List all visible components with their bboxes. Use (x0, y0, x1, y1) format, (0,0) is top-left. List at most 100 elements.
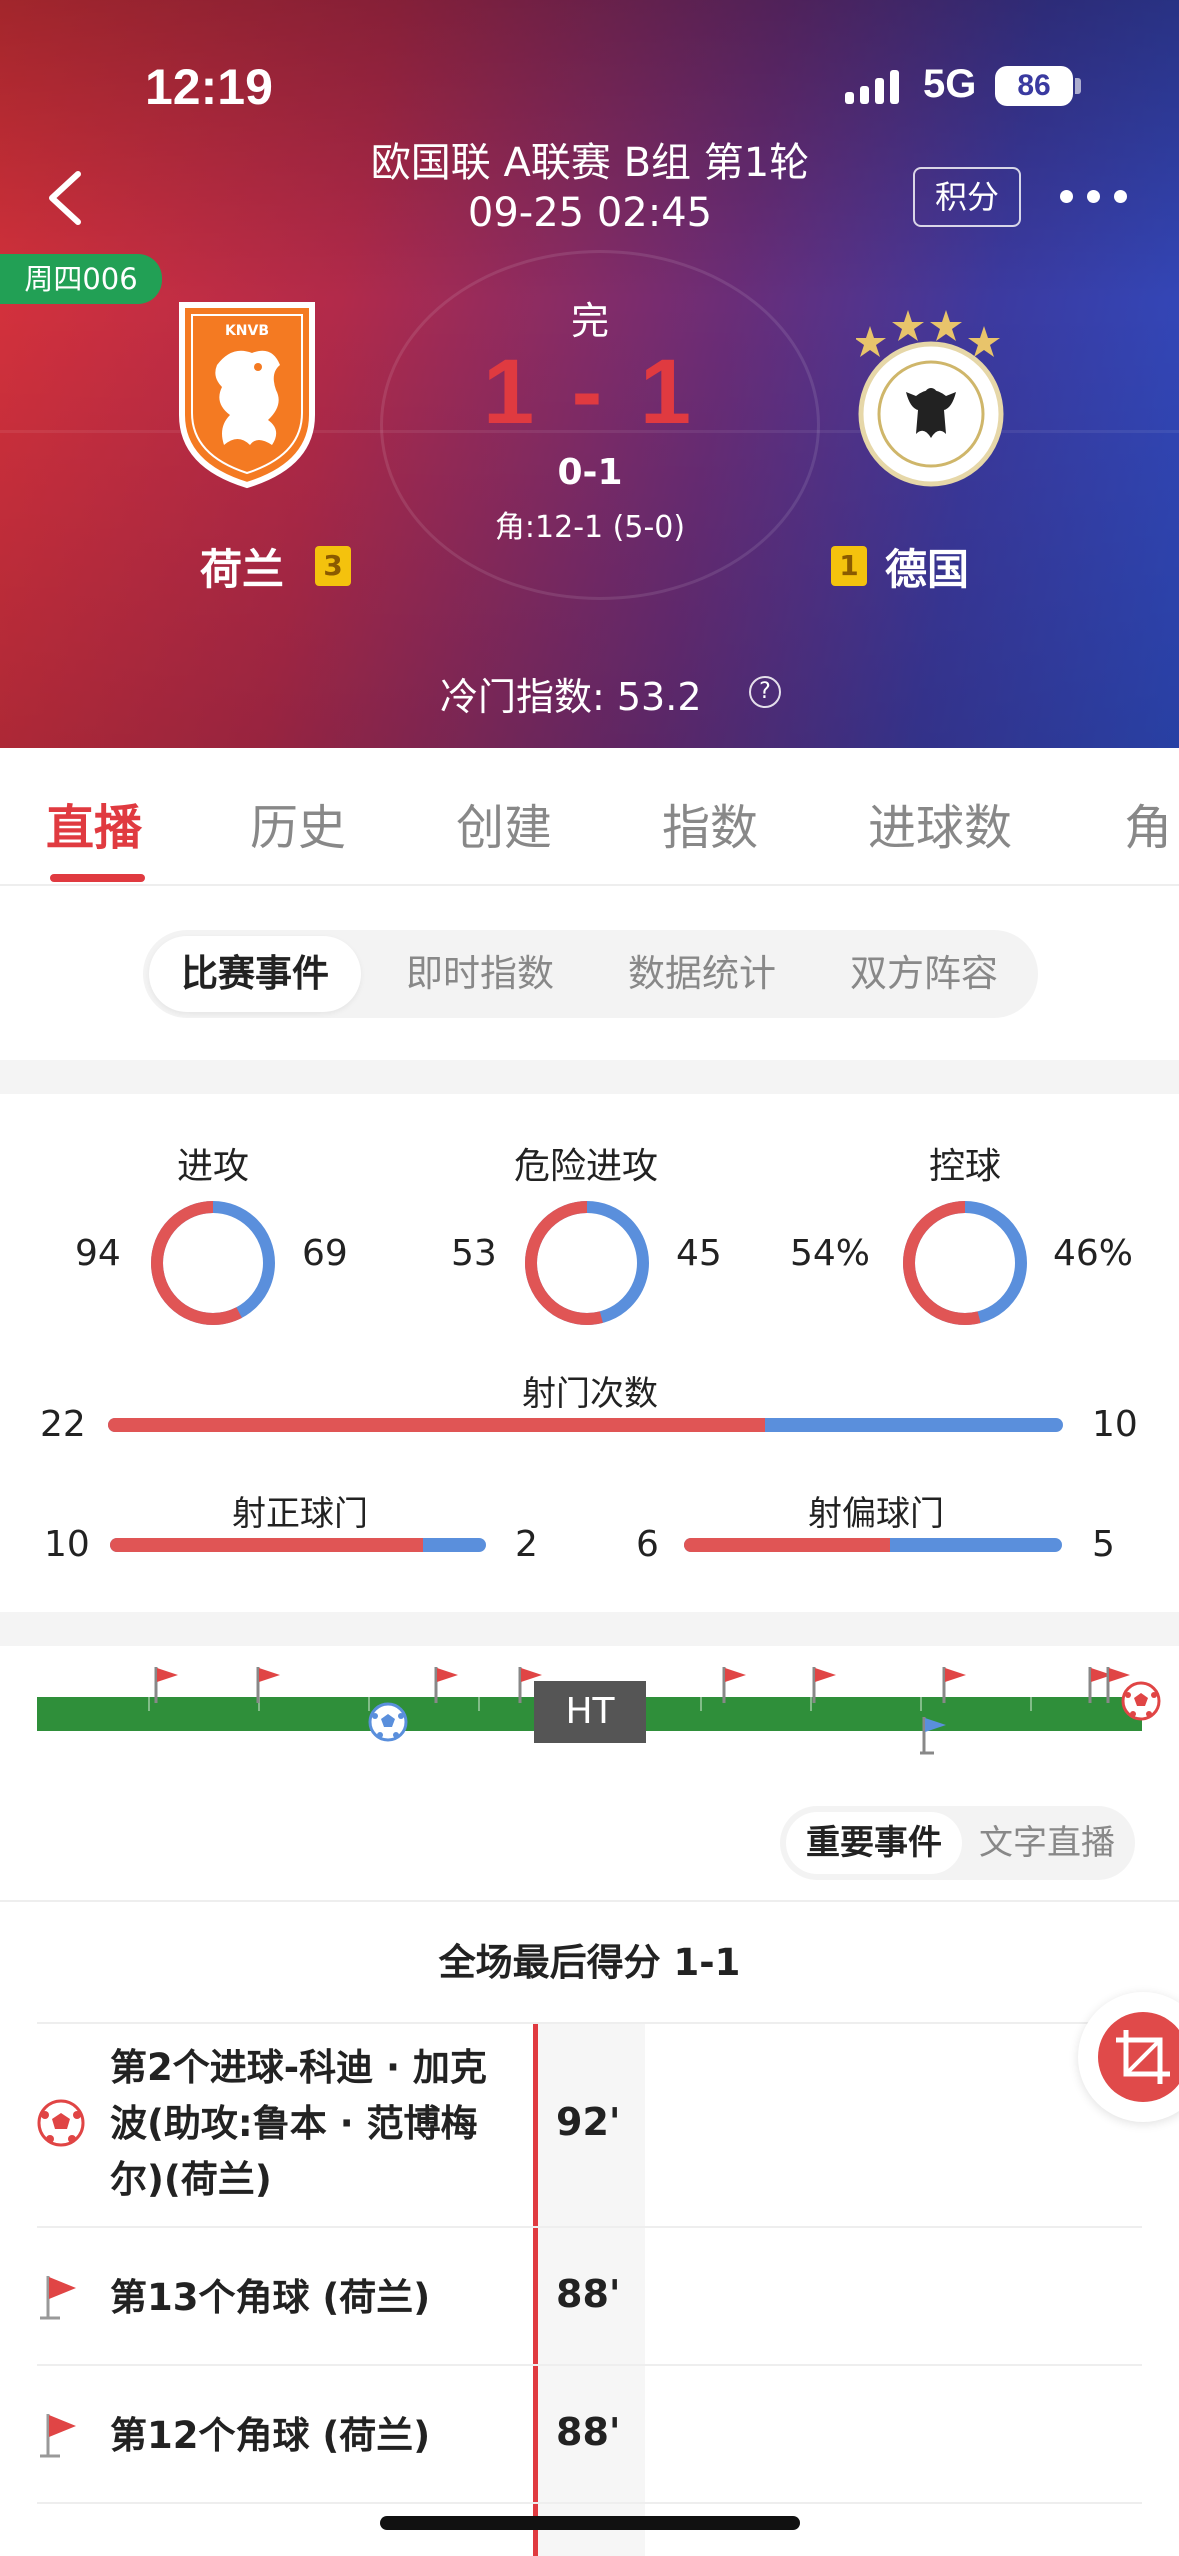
upset-index: 冷门指数: 53.2 (440, 675, 702, 719)
home-team-name[interactable]: 荷兰 (200, 536, 284, 597)
on-target-away: 2 (515, 1524, 538, 1565)
tab-odds[interactable]: 指数 (662, 788, 758, 858)
dangerous-attack-away: 45 (676, 1233, 722, 1274)
event-timeline-line (533, 2022, 538, 2556)
home-corner-flag-icon[interactable] (254, 1665, 284, 1705)
divider (0, 1900, 1179, 1902)
help-icon[interactable]: ? (749, 676, 781, 708)
screenshot-crop-button[interactable] (1078, 1992, 1179, 2122)
timeline-tick (478, 1697, 480, 1711)
text-live-button[interactable]: 文字直播 (964, 1812, 1130, 1874)
tab-goals[interactable]: 进球数 (868, 788, 1012, 858)
possession-donut (903, 1201, 1027, 1325)
home-corner-flag-icon[interactable] (432, 1665, 462, 1705)
segment-match-events[interactable]: 比赛事件 (149, 936, 361, 1012)
attack-donut (151, 1201, 275, 1325)
league-round: 欧国联 A联赛 B组 第1轮 (370, 140, 810, 186)
home-corner-flag-icon[interactable] (720, 1665, 750, 1705)
svg-text:KNVB: KNVB (225, 323, 269, 339)
row-divider (37, 2226, 1142, 2228)
tab-history[interactable]: 历史 (250, 788, 346, 858)
home-goal-ball-icon[interactable] (1121, 1681, 1161, 1721)
attack-away: 69 (302, 1233, 348, 1274)
full-time-score: 1 - 1 (482, 341, 698, 443)
kickoff-time: 09-25 02:45 (467, 190, 713, 236)
row-divider (37, 2364, 1142, 2366)
match-title: 欧国联 A联赛 B组 第1轮 09-25 02:45 (290, 138, 890, 238)
event-description: 第12个角球 (荷兰) (110, 2414, 431, 2457)
lottery-badge: 周四006 (0, 254, 162, 304)
tab-corners[interactable]: 角 (1124, 788, 1172, 858)
timeline-tick (1030, 1697, 1032, 1711)
event-line: 第2个进球-科迪 · 加克 (110, 2046, 487, 2089)
corner-flag-icon (40, 2276, 76, 2320)
away-team-name[interactable]: 德国 (885, 536, 969, 597)
shots-home: 22 (40, 1404, 86, 1445)
main-tabs: 直播 历史 创建 指数 进球数 角 (0, 748, 1179, 886)
final-score-label: 全场最后得分 1-1 (438, 1941, 741, 1984)
tab-live[interactable]: 直播 (46, 788, 142, 858)
match-status: 完 (570, 299, 609, 343)
on-target-bar (110, 1538, 486, 1552)
segment-lineups[interactable]: 双方阵容 (813, 930, 1035, 1018)
possession-away: 46% (1053, 1233, 1134, 1274)
segment-statistics[interactable]: 数据统计 (591, 930, 813, 1018)
soccer-ball-icon (37, 2099, 85, 2147)
match-header: 12:19 5G 86 欧国联 A联赛 B组 第1轮 09-25 02:45 积… (0, 0, 1179, 748)
section-divider (0, 1060, 1179, 1094)
battery-tip (1075, 78, 1081, 94)
crop-icon (1098, 2012, 1179, 2102)
off-target-bar-home-fill (684, 1538, 891, 1552)
possession-title: 控球 (928, 1146, 1001, 1187)
event-filter-toggle: 重要事件 文字直播 (780, 1806, 1135, 1880)
status-bar: 12:19 5G 86 (0, 0, 1179, 160)
possession-home: 54% (790, 1233, 871, 1274)
away-rank-badge: 1 (831, 546, 867, 586)
event-line: 尔)(荷兰) (110, 2158, 272, 2201)
away-goal-ball-icon[interactable] (368, 1702, 408, 1742)
tab-create[interactable]: 创建 (456, 788, 552, 858)
away-corner-flag-icon[interactable] (920, 1715, 950, 1755)
off-target-bar (684, 1538, 1062, 1552)
dangerous-attack-title: 危险进攻 (513, 1146, 658, 1187)
row-divider (37, 2022, 1142, 2024)
dangerous-attack-donut (525, 1201, 649, 1325)
timeline-tick (700, 1697, 702, 1711)
section-divider-2 (0, 1612, 1179, 1646)
event-description: 第2个进球-科迪 · 加克 波(助攻:鲁本 · 范博梅 尔)(荷兰) (110, 2040, 487, 2208)
key-events-button[interactable]: 重要事件 (786, 1812, 962, 1874)
event-description: 第13个角球 (荷兰) (110, 2276, 431, 2319)
shots-away: 10 (1092, 1404, 1138, 1445)
shots-label: 射门次数 (522, 1374, 658, 1414)
more-icon[interactable] (1060, 190, 1127, 203)
netherlands-crest-icon[interactable]: KNVB (172, 295, 322, 490)
tab-active-indicator (50, 874, 145, 882)
home-corner-flag-icon[interactable] (940, 1665, 970, 1705)
off-target-away: 5 (1092, 1524, 1115, 1565)
timeline-tick (920, 1697, 922, 1711)
shots-bar (108, 1418, 1063, 1432)
off-target-label: 射偏球门 (808, 1494, 944, 1534)
on-target-home: 10 (44, 1524, 90, 1565)
on-target-bar-home-fill (110, 1538, 424, 1552)
dangerous-attack-home: 53 (451, 1233, 497, 1274)
segment-live-odds[interactable]: 即时指数 (369, 930, 591, 1018)
germany-crest-icon[interactable] (856, 296, 1006, 491)
shots-bar-home-fill (108, 1418, 765, 1432)
event-minute: 88' (556, 2410, 621, 2454)
network-type: 5G (923, 62, 977, 106)
back-icon[interactable] (42, 168, 92, 228)
battery-icon: 86 (995, 66, 1073, 106)
on-target-label: 射正球门 (232, 1494, 368, 1534)
status-time: 12:19 (145, 59, 273, 115)
row-divider (37, 2502, 1142, 2504)
home-rank-badge: 3 (315, 546, 351, 586)
halftime-marker: HT (534, 1681, 646, 1743)
home-corner-flag-icon[interactable] (152, 1665, 182, 1705)
corner-flag-icon (40, 2414, 76, 2458)
attack-title: 进攻 (176, 1146, 249, 1187)
home-corner-flag-icon[interactable] (810, 1665, 840, 1705)
home-indicator[interactable] (380, 2516, 800, 2530)
event-minute: 92' (556, 2100, 621, 2144)
points-button[interactable]: 积分 (913, 167, 1021, 227)
